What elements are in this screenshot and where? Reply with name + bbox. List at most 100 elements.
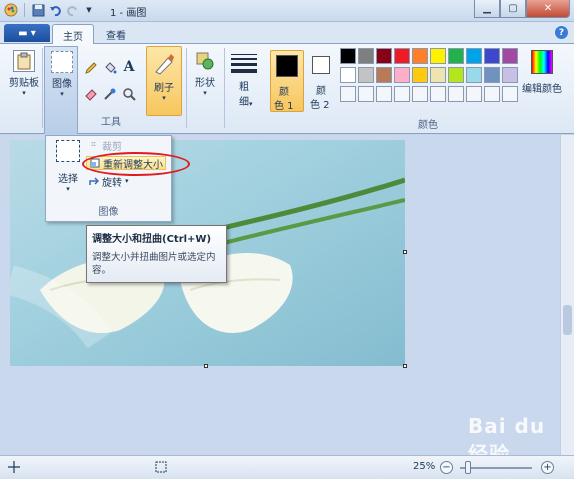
chevron-down-icon: ▾ [22,89,26,97]
ribbon-tab-row: ▬ ▾ 主页 查看 ? [0,22,574,44]
tab-view[interactable]: 查看 [96,24,136,44]
brushes-button-content: 刷子 ▾ [150,51,178,102]
size-button[interactable]: 粗 细 [228,52,260,108]
selection-icon [51,51,73,73]
palette-color-swatch[interactable] [358,48,374,64]
color2-button[interactable]: 颜 色 2 [306,50,336,112]
palette-color-swatch[interactable] [412,86,428,102]
palette-color-swatch[interactable] [430,67,446,83]
color1-label-line1: 颜 [279,87,289,98]
cursor-position-icon [8,461,20,476]
palette-color-swatch[interactable] [448,48,464,64]
palette-color-swatch[interactable] [394,67,410,83]
chevron-down-icon: ▾ [66,185,70,193]
color1-swatch [276,55,298,77]
undo-icon[interactable] [48,3,62,17]
palette-color-swatch[interactable] [502,67,518,83]
palette-color-swatch[interactable] [376,67,392,83]
resize-handle-bottom[interactable] [204,364,208,368]
palette-color-swatch[interactable] [340,67,356,83]
text-tool-icon[interactable]: A [121,59,137,75]
palette-color-swatch[interactable] [502,86,518,102]
customize-toolbar-icon[interactable]: ▼ [82,3,96,17]
tooltip-description: 调整大小并扭曲图片或选定内容。 [92,252,216,276]
palette-color-swatch[interactable] [484,67,500,83]
color-picker-icon[interactable] [102,86,118,102]
palette-color-swatch[interactable] [358,67,374,83]
chevron-down-icon: ▾ [125,177,129,185]
color-spectrum-icon [531,50,553,74]
window-title: 1 - 画图 [110,8,147,19]
size-label-line1: 粗 [239,82,249,93]
palette-color-swatch[interactable] [430,48,446,64]
palette-color-swatch[interactable] [394,48,410,64]
clipboard-button[interactable]: 剪贴板 ▾ [8,50,40,97]
image-group-label: 图像 [98,207,119,218]
palette-color-swatch[interactable] [412,48,428,64]
eraser-icon[interactable] [83,86,99,102]
zoom-in-button[interactable]: + [541,461,554,474]
separator [24,3,25,17]
edit-colors-button[interactable]: 编辑颜色 [520,50,564,95]
shapes-button[interactable]: 形状 ▾ [190,50,220,97]
minimize-button[interactable]: ▁ [474,0,500,18]
palette-color-swatch[interactable] [466,86,482,102]
brush-icon [151,51,177,77]
palette-color-swatch[interactable] [340,86,356,102]
fill-bucket-icon[interactable] [102,60,118,76]
tab-home[interactable]: 主页 [52,24,94,44]
redo-icon[interactable] [65,3,79,17]
help-icon[interactable]: ? [555,26,568,39]
crop-menu-item[interactable]: ⌗ 裁剪 [88,138,122,153]
zoom-out-button[interactable]: − [440,461,453,474]
file-menu-button[interactable]: ▬ ▾ [4,24,50,42]
palette-color-swatch[interactable] [340,48,356,64]
palette-color-swatch[interactable] [358,86,374,102]
color1-label-line2: 色 1 [274,101,294,112]
palette-color-swatch[interactable] [448,86,464,102]
save-icon[interactable] [31,3,45,17]
line-width-icon [231,52,257,74]
palette-color-swatch[interactable] [502,48,518,64]
close-button[interactable]: ✕ [526,0,570,18]
select-label: 选择 [58,174,78,185]
tools-group: A 工具 [80,46,142,130]
image-button[interactable]: 图像 ▾ [44,46,78,134]
maximize-button[interactable]: ▢ [500,0,526,18]
resize-handle-corner[interactable] [403,364,407,368]
chevron-down-icon: ▾ [249,100,253,108]
palette-color-swatch[interactable] [376,48,392,64]
edit-colors-label: 编辑颜色 [522,84,562,95]
color2-swatch [312,56,330,74]
image-button-content: 图像 ▾ [50,51,74,98]
palette-color-swatch[interactable] [484,86,500,102]
vertical-scrollbar[interactable] [560,135,574,455]
scroll-thumb[interactable] [563,305,572,335]
resize-handle-right[interactable] [403,250,407,254]
palette-color-swatch[interactable] [466,67,482,83]
palette-color-swatch[interactable] [394,86,410,102]
palette-color-swatch[interactable] [412,67,428,83]
paint-app-icon[interactable] [4,3,18,17]
rotate-menu-item[interactable]: 旋转 ▾ [88,174,129,189]
palette-color-swatch[interactable] [430,86,446,102]
palette-color-swatch[interactable] [448,67,464,83]
image-dropdown-panel: 选择 ▾ ⌗ 裁剪 重新调整大小 旋转 ▾ 图像 [45,135,172,222]
brushes-button[interactable]: 刷子 ▾ [146,46,182,116]
crop-icon: ⌗ [90,140,97,150]
magnifier-icon[interactable] [121,86,137,102]
palette-color-swatch[interactable] [484,48,500,64]
pencil-icon[interactable] [83,60,99,76]
palette-color-swatch[interactable] [376,86,392,102]
chevron-down-icon: ▾ [203,89,207,97]
quick-access-toolbar: ▼ [4,3,96,17]
tooltip: 调整大小和扭曲(Ctrl+W) 调整大小并扭曲图片或选定内容。 [86,225,227,283]
clipboard-icon [13,50,35,72]
color1-button[interactable]: 颜 色 1 [270,50,304,112]
zoom-slider-thumb[interactable] [465,461,471,474]
rotate-label: 旋转 [102,177,122,189]
select-button[interactable]: 选择 ▾ [50,140,86,204]
palette-color-swatch[interactable] [466,48,482,64]
select-icon [56,140,80,162]
shapes-icon [194,50,216,72]
